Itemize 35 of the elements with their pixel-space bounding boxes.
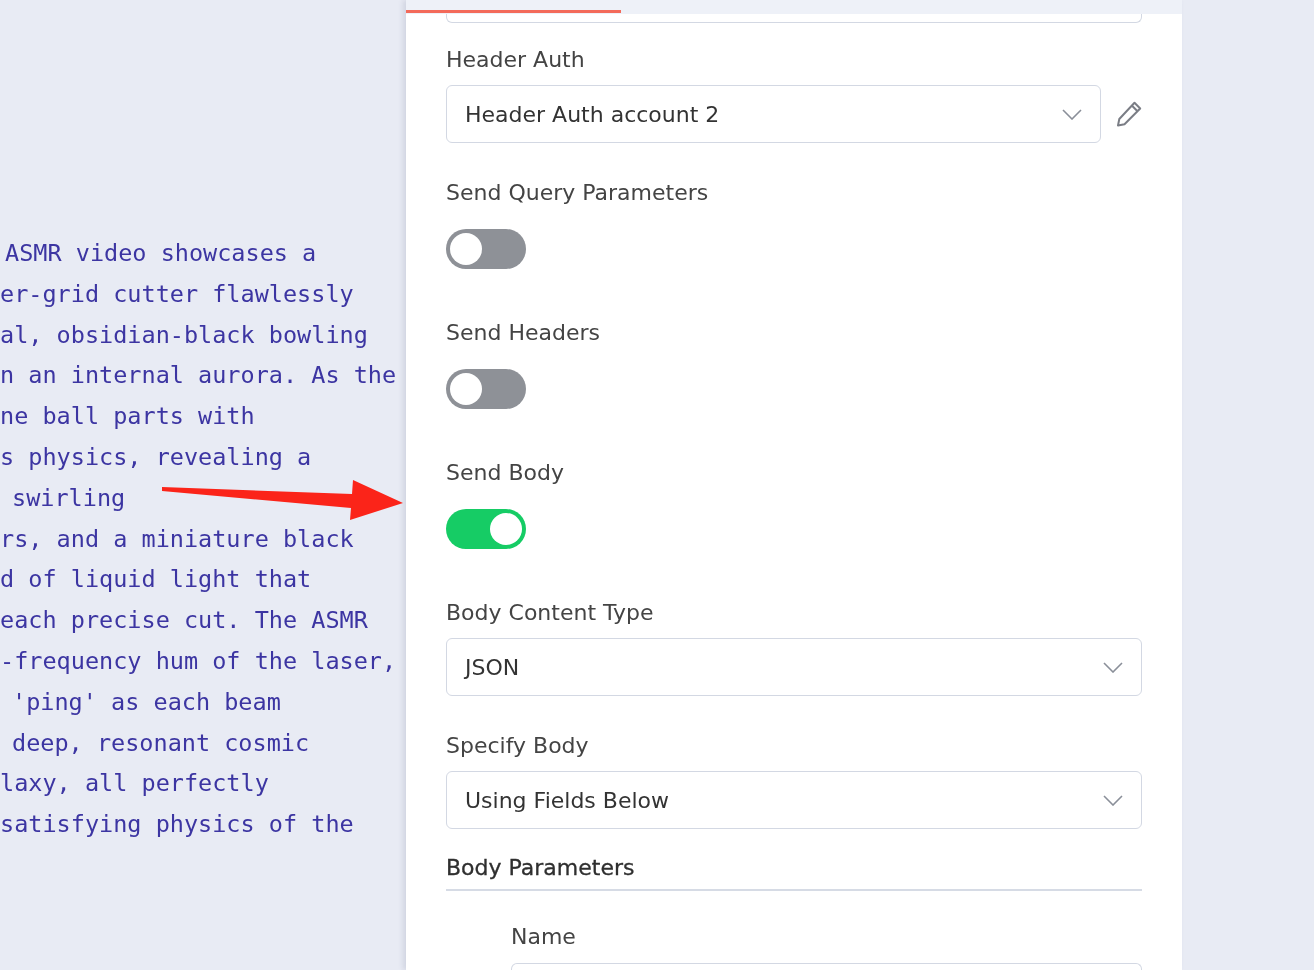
toggle-switch[interactable]: [446, 229, 526, 269]
description-line: swirling: [12, 483, 126, 512]
chevron-down-icon: [1103, 661, 1123, 673]
field-label: Name: [511, 924, 577, 950]
toggle-switch[interactable]: [446, 369, 526, 409]
field-label: Specify Body: [446, 733, 590, 759]
credential-select[interactable]: Header Auth account 2: [446, 85, 1101, 143]
description-line: al, obsidian-black bowling: [0, 320, 368, 349]
field-label: Body Content Type: [446, 600, 655, 626]
section-heading: Body Parameters: [446, 855, 1142, 891]
description-line: each precise cut. The ASMR: [0, 606, 368, 635]
description-line: satisfying physics of the: [0, 810, 354, 839]
field-label: Header Auth: [446, 47, 586, 73]
dropdown-select[interactable]: JSON: [446, 638, 1142, 696]
description-line: er-grid cutter flawlessly: [0, 279, 354, 308]
description-line: deep, resonant cosmic: [12, 728, 310, 757]
description-line: s physics, revealing a: [0, 443, 312, 471]
input-field[interactable]: [511, 963, 1142, 970]
field-label: Send Headers: [446, 320, 601, 346]
chevron-down-icon: [1103, 794, 1123, 806]
field-label: Send Query Parameters: [446, 180, 710, 206]
description-line: n an internal aurora. As the: [0, 361, 397, 390]
description-line: 'ping' as each beam: [12, 687, 281, 716]
description-line: d of liquid light that: [0, 565, 312, 594]
field-label: Send Body: [446, 460, 565, 486]
description-line: rs, and a miniature black: [0, 524, 354, 553]
dropdown-select[interactable]: Using Fields Below: [446, 771, 1142, 829]
toggle-switch[interactable]: [446, 509, 526, 549]
input-field[interactable]: [446, 14, 1142, 23]
description-line: -frequency hum of the laser,: [0, 646, 397, 675]
description-line: ne ball parts with: [0, 402, 255, 431]
chevron-down-icon: [1062, 108, 1082, 120]
description-line: laxy, all perfectly: [0, 769, 269, 798]
pencil-icon[interactable]: [1116, 101, 1142, 127]
description-line: ASMR video showcases a: [5, 239, 317, 267]
